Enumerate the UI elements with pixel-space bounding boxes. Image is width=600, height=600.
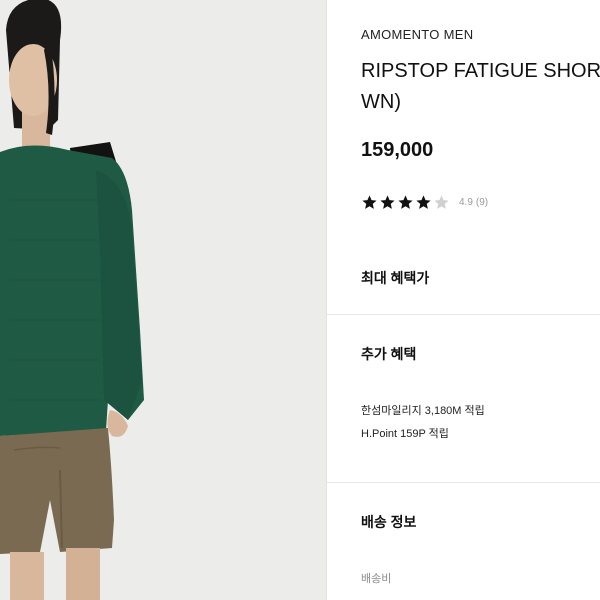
- rating-score: 4.9: [459, 196, 473, 208]
- star-filled-icon: [415, 194, 432, 211]
- rating-summary[interactable]: 4.9 (9): [361, 192, 488, 212]
- product-photo[interactable]: [0, 0, 326, 600]
- benefit-item-mileage: 한섬마일리지 3,180M 적립: [361, 405, 485, 417]
- star-filled-icon: [361, 194, 378, 211]
- star-empty-icon: [433, 194, 450, 211]
- extra-benefit-title: 추가 혜택: [361, 346, 417, 362]
- max-benefit-title[interactable]: 최대 혜택가: [361, 268, 429, 288]
- product-title-line1: RIPSTOP FATIGUE SHORTS (BRO: [361, 60, 600, 82]
- model-illustration: [0, 0, 326, 600]
- shipping-fee-label: 배송비: [361, 573, 392, 585]
- benefit-item-hpoint: H.Point 159P 적립: [361, 428, 449, 440]
- product-price: 159,000: [361, 139, 434, 161]
- brand-name[interactable]: AMOMENTO MEN: [361, 27, 473, 42]
- star-filled-icon: [379, 194, 396, 211]
- rating-stars: [361, 194, 451, 211]
- product-title-line2: WN): [361, 91, 401, 113]
- section-divider: [327, 482, 600, 483]
- section-divider: [327, 314, 600, 315]
- star-filled-icon: [397, 194, 414, 211]
- shipping-info-title: 배송 정보: [361, 514, 417, 530]
- product-info-panel: AMOMENTO MEN RIPSTOP FATIGUE SHORTS (BRO…: [327, 0, 600, 600]
- product-title: RIPSTOP FATIGUE SHORTS (BRO WN): [361, 56, 600, 118]
- review-count: (9): [475, 196, 489, 208]
